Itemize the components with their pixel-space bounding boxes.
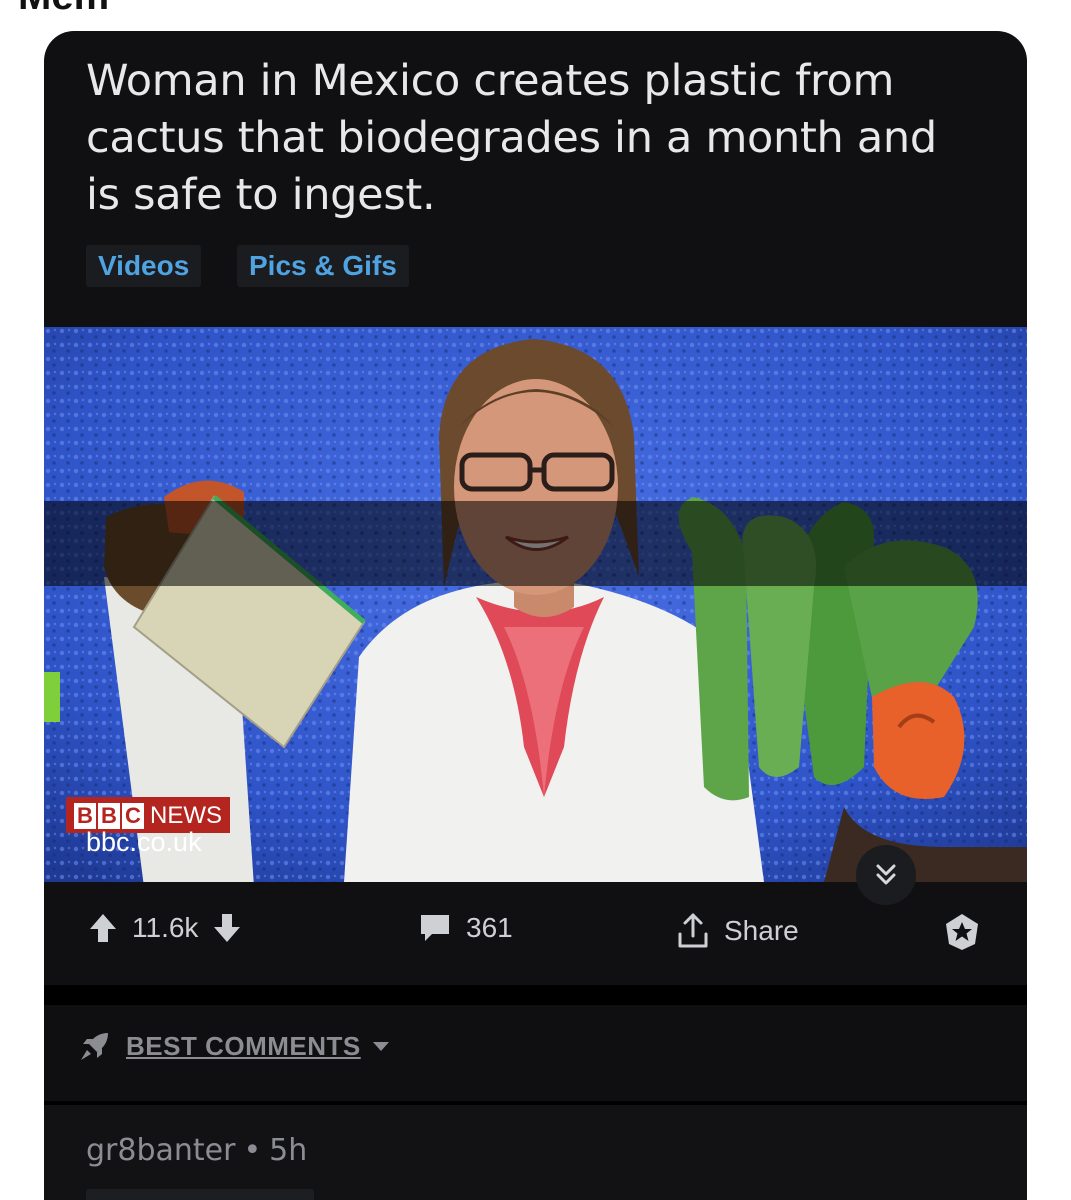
sort-label: BEST COMMENTS	[126, 1030, 361, 1061]
meta-separator: •	[243, 1133, 262, 1168]
arrow-down-icon[interactable]	[212, 912, 242, 944]
comments-count: 361	[466, 912, 513, 943]
vote-control: 11.6k	[88, 912, 242, 944]
post-actions-bar: 11.6k 361 Share	[44, 882, 1027, 985]
award-button[interactable]	[942, 912, 982, 952]
share-button[interactable]: Share	[676, 912, 813, 950]
comment-sort-bar: BEST COMMENTS	[44, 1005, 1027, 1101]
post-card: Woman in Mexico creates plastic from cac…	[44, 31, 1027, 1200]
comment-flair-chip	[86, 1189, 314, 1200]
comments-button[interactable]: 361	[418, 912, 527, 944]
rocket-icon	[81, 1033, 108, 1060]
caret-down-icon	[372, 1042, 389, 1051]
sort-selector[interactable]: BEST COMMENTS	[78, 1029, 391, 1063]
upvote-count: 11.6k	[132, 912, 199, 943]
flair-pics-gifs[interactable]: Pics & Gifs	[237, 245, 409, 287]
award-badge-icon	[946, 914, 978, 950]
comment-age: 5h	[269, 1133, 308, 1168]
comment-meta: gr8banter • 5h	[86, 1133, 307, 1168]
arrow-up-icon[interactable]	[88, 912, 118, 944]
comment-item: gr8banter • 5h	[44, 1105, 1027, 1200]
source-domain[interactable]: bbc.co.uk	[86, 825, 202, 859]
flair-videos[interactable]: Videos	[86, 245, 202, 287]
share-label: Share	[724, 915, 799, 946]
comment-author[interactable]: gr8banter	[86, 1133, 235, 1168]
share-upload-icon	[678, 913, 708, 948]
post-title[interactable]: Woman in Mexico creates plastic from cac…	[86, 53, 966, 224]
section-divider	[44, 985, 1027, 1005]
source-overlay	[44, 501, 1027, 586]
speech-bubble-icon	[421, 915, 449, 941]
cut-off-header-text: Mem	[18, 0, 109, 19]
